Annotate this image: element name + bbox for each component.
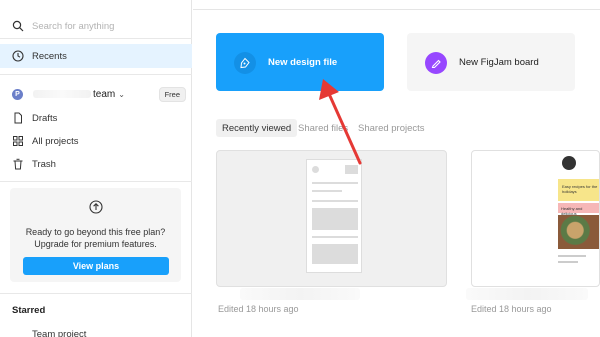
- team-name-redacted: [33, 90, 91, 98]
- file-preview: [306, 159, 362, 273]
- header-divider: [193, 9, 600, 10]
- sidebar-item-label: Drafts: [32, 112, 58, 124]
- new-design-file-label: New design file: [268, 57, 338, 68]
- sidebar-item-trash[interactable]: Trash: [0, 152, 192, 176]
- file-preview-image: [558, 215, 599, 249]
- file-thumbnail[interactable]: [216, 150, 447, 287]
- avatar: [562, 156, 576, 170]
- starred-item-team-project[interactable]: Team project: [32, 329, 86, 337]
- file-edited-time: Edited 18 hours ago: [471, 304, 552, 314]
- tab-shared-projects[interactable]: Shared projects: [352, 119, 431, 137]
- new-figjam-board-label: New FigJam board: [459, 57, 539, 68]
- plan-badge: Free: [158, 87, 186, 102]
- trash-icon: [12, 158, 24, 170]
- sidebar-item-recents[interactable]: Recents: [0, 44, 192, 68]
- sidebar-item-label: Recents: [32, 50, 67, 62]
- view-plans-button[interactable]: View plans: [23, 257, 169, 275]
- file-icon: [12, 112, 24, 124]
- tab-shared-files[interactable]: Shared files: [292, 119, 354, 137]
- sidebar-item-drafts[interactable]: Drafts: [0, 106, 192, 130]
- team-switcher[interactable]: P team ⌄ Free: [0, 84, 192, 104]
- sidebar: Search for anything Recents P team ⌄ Fre…: [0, 0, 192, 337]
- divider: [0, 181, 192, 182]
- file-preview-line: [558, 261, 578, 263]
- sidebar-item-label: All projects: [32, 135, 79, 147]
- divider: [0, 38, 192, 39]
- upgrade-card: Ready to go beyond this free plan? Upgra…: [10, 188, 181, 282]
- grid-icon: [12, 135, 24, 147]
- search-placeholder: Search for anything: [32, 20, 115, 32]
- starred-heading: Starred: [12, 305, 46, 316]
- file-name-redacted: [240, 288, 360, 300]
- divider: [0, 293, 192, 294]
- new-design-file-button[interactable]: New design file: [216, 33, 384, 91]
- file-thumbnail[interactable]: Easy recipes for the holidays Healthy an…: [471, 150, 600, 287]
- search-icon: [12, 20, 24, 32]
- chevron-down-icon: ⌄: [118, 89, 125, 99]
- team-avatar: P: [12, 88, 23, 100]
- search-input[interactable]: Search for anything: [0, 12, 192, 40]
- file-edited-time: Edited 18 hours ago: [218, 304, 299, 314]
- tab-recently-viewed[interactable]: Recently viewed: [216, 119, 298, 137]
- file-preview-line: [558, 255, 586, 257]
- file-name-redacted: [466, 288, 588, 300]
- marker-icon: [425, 52, 447, 74]
- new-figjam-board-button[interactable]: New FigJam board: [407, 33, 575, 91]
- file-preview-heading: Easy recipes for the holidays: [562, 184, 598, 194]
- team-name: team: [93, 88, 116, 100]
- divider: [0, 74, 192, 75]
- sidebar-item-label: Trash: [32, 158, 56, 170]
- arrow-up-circle-icon: [89, 200, 103, 214]
- upgrade-message: Ready to go beyond this free plan? Upgra…: [25, 227, 166, 249]
- pen-tool-icon: [234, 52, 256, 74]
- clock-icon: [12, 50, 24, 62]
- sidebar-item-all-projects[interactable]: All projects: [0, 129, 192, 153]
